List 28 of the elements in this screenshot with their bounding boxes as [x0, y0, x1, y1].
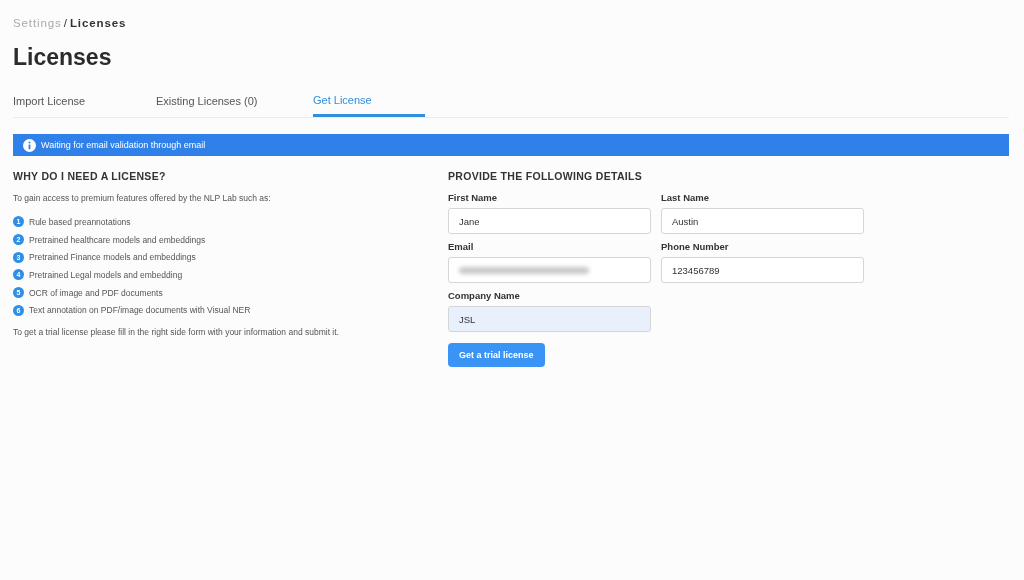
- outro-text: To get a trial license please fill in the right side form with your information and submit it.: [13, 327, 340, 338]
- feature-text: Text annotation on PDF/image documents with Visual NER: [29, 305, 251, 316]
- field-label: Phone Number: [661, 241, 730, 252]
- feature-text: Pretrained Finance models and embeddings: [29, 252, 196, 263]
- field-label: Company Name: [448, 290, 521, 301]
- input-field[interactable]: 123456789: [661, 257, 864, 283]
- breadcrumb-separator: /: [63, 17, 68, 29]
- tab[interactable]: Get License: [313, 91, 425, 117]
- info-icon: [23, 138, 36, 152]
- field-label: Last Name: [661, 192, 711, 203]
- field-label: First Name: [448, 192, 499, 203]
- input-field[interactable]: JSL: [448, 306, 651, 332]
- feature-text: Rule based preannotations: [29, 216, 131, 227]
- section-heading: WHY DO I NEED A LICENSE?: [13, 170, 167, 184]
- tab[interactable]: Import License: [13, 91, 156, 117]
- feature-text: Pretrained Legal models and embedding: [29, 269, 183, 280]
- input-field[interactable]: [448, 257, 651, 283]
- input-field[interactable]: Austin: [661, 208, 864, 234]
- page-title: Licenses: [13, 44, 113, 72]
- field-label: Email: [448, 241, 475, 252]
- feature-text: OCR of image and PDF documents: [29, 287, 163, 298]
- tab[interactable]: Existing Licenses (0): [156, 91, 313, 117]
- input-field[interactable]: Jane: [448, 208, 651, 234]
- section-heading: PROVIDE THE FOLLOWING DETAILS: [448, 170, 643, 184]
- banner-text: Waiting for email validation through email: [41, 140, 206, 150]
- intro-text: To gain access to premium features offered by the NLP Lab such as:: [13, 193, 272, 203]
- feature-text: Pretrained healthcare models and embeddings: [29, 234, 206, 245]
- breadcrumb-item: Licenses: [69, 17, 127, 29]
